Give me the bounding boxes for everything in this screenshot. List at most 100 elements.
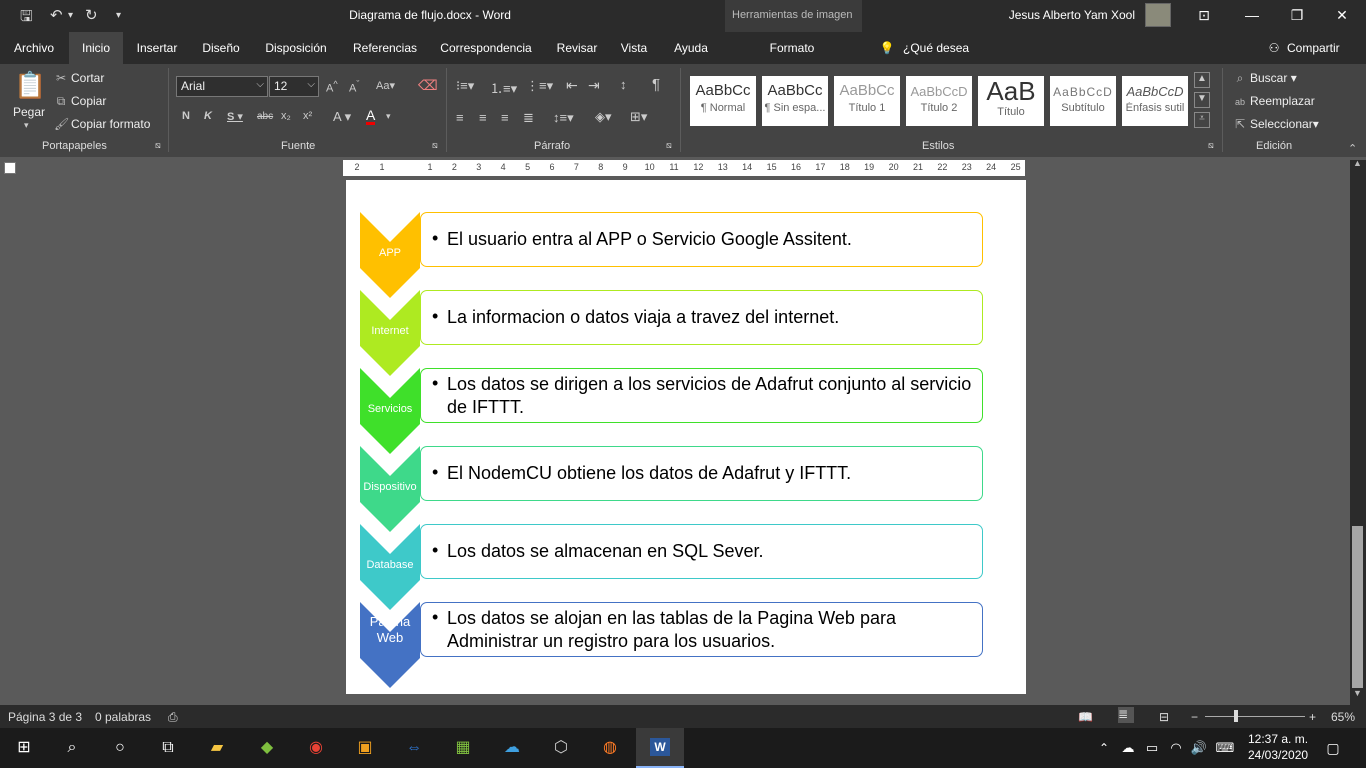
tab-disposicion[interactable]: Disposición [259,32,333,64]
align-right-icon[interactable]: ≡ [501,110,509,125]
line-spacing-icon[interactable]: ↕≡▾ [553,110,574,126]
chevron-up-icon[interactable]: ⌃ [1093,738,1115,758]
superscript-icon[interactable]: x² [303,110,312,122]
volume-icon[interactable]: 🔊 [1188,738,1210,758]
style-heading-1[interactable]: AaBbCc Título 1 [834,76,900,126]
multilevel-list-icon[interactable]: ⋮≡▾ [526,78,553,94]
read-mode-icon[interactable]: 📖 [1078,710,1093,724]
font-color-icon[interactable]: A [366,108,376,125]
diagram-step-text-box[interactable]: • El usuario entra al APP o Servicio Goog… [420,212,983,267]
justify-icon[interactable]: ≣ [523,110,534,126]
app-icon[interactable]: ▣ [354,738,376,758]
virtualbox-icon[interactable]: ⬡ [550,738,572,758]
styles-up-icon[interactable]: ▲ [1194,72,1210,88]
windows-start-icon[interactable]: ⊞ [13,738,35,758]
find-button[interactable]: ⌕ Buscar ▾ [1233,71,1297,86]
style-heading-2[interactable]: AaBbCcD Título 2 [906,76,972,126]
ribbon-display-icon[interactable]: ⊡ [1190,4,1218,26]
text-effects-icon[interactable]: A ▾ [333,109,351,125]
shading-icon[interactable]: ◈▾ [595,109,612,125]
tab-correspondencia[interactable]: Correspondencia [436,32,536,64]
zoom-slider[interactable] [1205,716,1305,717]
proofing-icon[interactable]: ⎙ [168,710,178,725]
italic-icon[interactable]: K [204,110,212,122]
share-button[interactable]: Compartir [1287,32,1345,64]
diagram-step-text-box[interactable]: • El NodemCU obtiene los datos de Adafrut… [420,446,983,501]
cortana-icon[interactable]: ○ [109,738,131,758]
battery-icon[interactable]: ▭ [1141,738,1163,758]
font-name-select[interactable]: Arial ⌵ [176,76,268,97]
page-count[interactable]: Página 3 de 3 [8,710,82,724]
word-count[interactable]: 0 palabras [95,710,151,724]
diagram-step-text-box[interactable]: • Los datos se dirigen a los servicios de… [420,368,983,423]
select-button[interactable]: ⇱ Seleccionar▾ [1233,117,1319,131]
avatar[interactable] [1145,3,1171,27]
firefox-icon[interactable]: ◍ [599,738,621,758]
grow-font-icon[interactable]: A^ [326,79,338,95]
close-button[interactable]: ✕ [1328,4,1356,26]
vertical-scrollbar[interactable]: ▲ ▼ [1350,158,1366,705]
collapse-ribbon-icon[interactable]: ⌃ [1348,142,1357,155]
search-icon[interactable]: ⌕ [61,738,83,758]
word-taskbar-button[interactable]: W [636,728,684,768]
font-color-dropdown-icon[interactable]: ▾ [386,111,391,122]
font-launcher-icon[interactable]: ⧅ [432,140,438,151]
bullets-icon[interactable]: ⁝≡▾ [456,78,474,94]
app-icon[interactable]: ▦ [452,738,474,758]
shrink-font-icon[interactable]: Aˇ [349,79,359,95]
tab-insertar[interactable]: Insertar [130,32,184,64]
increase-indent-icon[interactable]: ⇥ [588,77,600,94]
keyboard-icon[interactable]: ⌨ [1214,738,1236,758]
tell-me-search[interactable]: ¿Qué desea hacer? [903,32,1007,87]
app-icon[interactable]: ☁ [501,738,523,758]
clock[interactable]: 12:37 a. m. 24/03/2020 [1248,731,1308,763]
tab-selector[interactable] [4,162,16,174]
scroll-up-icon[interactable]: ▲ [1353,158,1362,168]
paste-dropdown-icon[interactable]: ▾ [24,120,29,131]
tab-diseno[interactable]: Diseño [196,32,246,64]
tab-inicio[interactable]: Inicio [69,32,123,64]
teamviewer-icon[interactable]: ⇔ [403,738,425,758]
font-size-select[interactable]: 12 ⌵ [269,76,319,97]
restore-button[interactable]: ❐ [1283,4,1311,26]
paste-icon[interactable]: 📋 [14,70,46,101]
paragraph-launcher-icon[interactable]: ⧅ [666,140,672,151]
app-icon[interactable]: ◆ [256,738,278,758]
show-marks-icon[interactable]: ¶ [652,76,660,93]
network-icon[interactable]: ☁ [1117,738,1139,758]
scroll-thumb[interactable] [1352,526,1363,688]
styles-launcher-icon[interactable]: ⧅ [1208,140,1214,151]
styles-down-icon[interactable]: ▼ [1194,92,1210,108]
format-painter-button[interactable]: 🖌 Copiar formato [54,117,150,131]
cut-button[interactable]: ✂ Cortar [54,71,104,85]
align-center-icon[interactable]: ≡ [479,110,487,125]
clipboard-launcher-icon[interactable]: ⧅ [155,140,161,151]
wifi-icon[interactable]: ◠ [1165,738,1187,758]
numbering-icon[interactable]: ⒈≡▾ [490,78,517,97]
zoom-slider-thumb[interactable] [1234,710,1238,722]
tab-formato[interactable]: Formato [760,32,824,64]
tab-archivo[interactable]: Archivo [6,32,62,64]
style-normal[interactable]: AaBbCc ¶ Normal [690,76,756,126]
copy-button[interactable]: ⧉ Copiar [54,94,107,109]
paste-button[interactable]: Pegar [13,105,45,119]
style-subtle-emphasis[interactable]: AaBbCcD Énfasis sutil [1122,76,1188,126]
strikethrough-icon[interactable]: abc [257,111,273,122]
underline-icon[interactable]: S ▾ [227,110,243,123]
chrome-icon[interactable]: ◉ [305,738,327,758]
minimize-button[interactable]: — [1238,4,1266,26]
web-layout-icon[interactable]: ⊟ [1159,710,1169,724]
borders-icon[interactable]: ⊞▾ [630,109,647,125]
print-layout-icon[interactable]: ≣ [1118,707,1134,723]
tab-ayuda[interactable]: Ayuda [668,32,714,64]
align-left-icon[interactable]: ≡ [456,110,464,125]
decrease-indent-icon[interactable]: ⇤ [566,77,578,94]
diagram-step-text-box[interactable]: • Los datos se almacenan en SQL Sever. [420,524,983,579]
file-explorer-icon[interactable]: ▰ [206,738,228,758]
zoom-out-icon[interactable]: − [1191,710,1198,724]
diagram-step-text-box[interactable]: • Los datos se alojan en las tablas de la… [420,602,983,657]
tab-referencias[interactable]: Referencias [348,32,422,64]
horizontal-ruler[interactable]: 2 1 1 2 3 4 5 6 7 8 9 10 11 12 13 14 15 16 17 18 19 20 21 22 23 2… [343,160,1025,176]
change-case-icon[interactable]: Aa▾ [376,79,395,92]
user-name[interactable]: Jesus Alberto Yam Xool [1009,8,1135,22]
